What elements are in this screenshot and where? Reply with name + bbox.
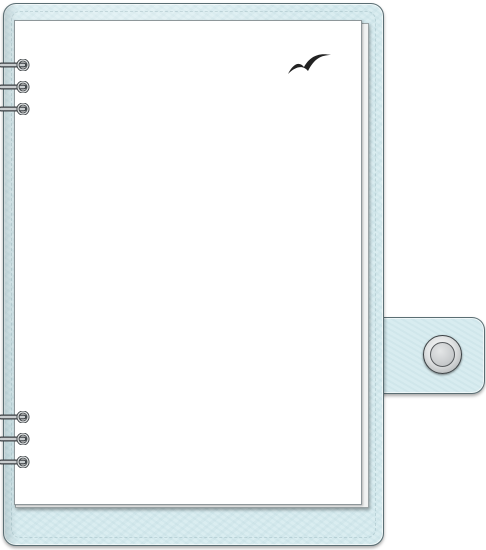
- snap-button-icon[interactable]: [423, 335, 462, 374]
- binder-ring-icon: [0, 59, 30, 71]
- snap-button-center: [430, 342, 455, 367]
- notebook-binder: [0, 0, 486, 550]
- binder-ring-icon: [0, 411, 30, 423]
- notebook-page[interactable]: [14, 20, 362, 505]
- seagull-logo-icon: [288, 54, 331, 74]
- binder-ring-icon: [0, 433, 30, 445]
- binder-ring-icon: [0, 456, 30, 468]
- binder-ring-icon: [0, 103, 30, 115]
- binder-ring-icon: [0, 81, 30, 93]
